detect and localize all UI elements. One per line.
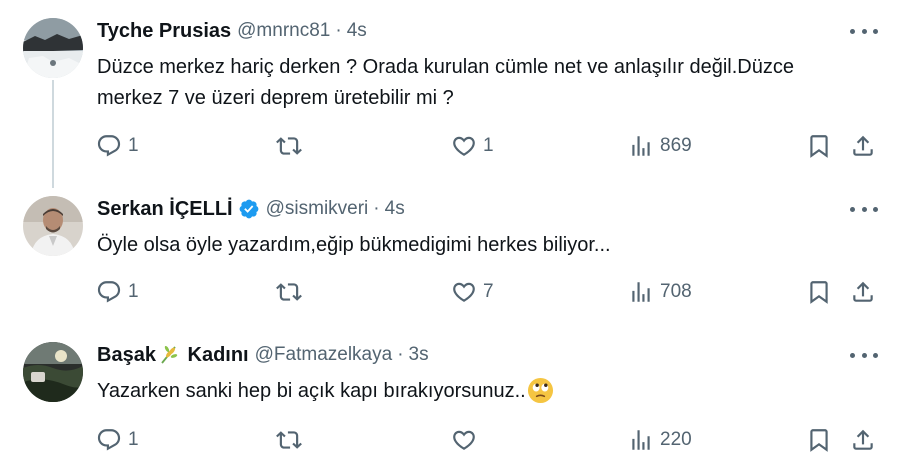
more-dots-icon[interactable]	[850, 346, 878, 364]
tweet-header: Serkan İÇELLİ @sismikveri · 4s	[97, 196, 405, 222]
timestamp[interactable]: 3s	[409, 344, 429, 366]
timestamp[interactable]: 4s	[385, 198, 405, 220]
like-count: 1	[483, 135, 494, 156]
reply-icon	[97, 429, 121, 451]
display-name[interactable]: Serkan İÇELLİ	[97, 198, 233, 221]
retweet-button[interactable]	[276, 278, 308, 306]
tweet-text: Düzce merkez hariç derken ? Orada kurula…	[97, 56, 794, 109]
sheaf-of-rice-icon	[161, 345, 178, 364]
retweet-button[interactable]	[276, 426, 308, 454]
avatar[interactable]	[23, 18, 83, 78]
display-name[interactable]: Tyche Prusias	[97, 20, 231, 43]
reply-icon	[97, 281, 121, 303]
reply-button[interactable]: 1	[96, 426, 139, 454]
separator-dot: ·	[373, 198, 380, 219]
heart-icon	[453, 282, 475, 302]
bookmark-button[interactable]	[806, 426, 832, 454]
heart-icon	[453, 430, 475, 450]
bookmark-button[interactable]	[806, 278, 832, 306]
like-button[interactable]	[451, 426, 483, 454]
action-bar: 1 1 869	[96, 132, 886, 160]
reply-button[interactable]: 1	[96, 132, 139, 160]
like-button[interactable]: 1	[451, 132, 494, 160]
like-count: 7	[483, 281, 494, 302]
share-button[interactable]	[850, 132, 876, 160]
views-chart-icon	[632, 430, 650, 450]
timestamp[interactable]: 4s	[347, 20, 367, 42]
retweet-icon	[276, 283, 302, 301]
share-icon	[853, 429, 873, 450]
views-button[interactable]: 708	[628, 278, 692, 306]
bookmark-icon	[810, 281, 828, 304]
reply-count: 1	[128, 281, 139, 302]
user-handle[interactable]: @Fatmazelkaya	[255, 344, 393, 366]
views-chart-icon	[632, 136, 650, 156]
user-handle[interactable]: @mnrnc81	[237, 20, 330, 42]
views-chart-icon	[632, 282, 650, 302]
reply-count: 1	[128, 135, 139, 156]
verified-badge-icon[interactable]	[238, 198, 260, 220]
bookmark-icon	[810, 135, 828, 158]
tweet-header: Başak Kadını @Fatmazelkaya · 3s	[97, 342, 429, 368]
share-button[interactable]	[850, 426, 876, 454]
action-bar: 1 220	[96, 426, 886, 454]
reply-button[interactable]: 1	[96, 278, 139, 306]
views-count: 708	[660, 281, 692, 302]
tweet-text: Yazarken sanki hep bi açık kapı bırakıyo…	[97, 380, 526, 402]
reply-icon	[97, 135, 121, 157]
views-count: 869	[660, 135, 692, 156]
separator-dot: ·	[397, 344, 404, 365]
tweet-text-container: Yazarken sanki hep bi açık kapı bırakıyo…	[97, 376, 857, 407]
avatar[interactable]	[23, 196, 83, 256]
views-count: 220	[660, 429, 692, 450]
retweet-button[interactable]	[276, 132, 308, 160]
views-button[interactable]: 869	[628, 132, 692, 160]
user-handle[interactable]: @sismikveri	[266, 198, 369, 220]
action-bar: 1 7 708	[96, 278, 886, 306]
bookmark-button[interactable]	[806, 132, 832, 160]
display-name-last: Kadını	[187, 344, 249, 366]
avatar[interactable]	[23, 342, 83, 402]
share-button[interactable]	[850, 278, 876, 306]
tweet-text: Öyle olsa öyle yazardım,eğip bükmedigimi…	[97, 234, 611, 256]
tweet-header: Tyche Prusias @mnrnc81 · 4s	[97, 18, 367, 44]
retweet-icon	[276, 137, 302, 155]
more-dots-icon[interactable]	[850, 22, 878, 40]
share-icon	[853, 281, 873, 302]
reply-count: 1	[128, 429, 139, 450]
display-name[interactable]: Başak Kadını	[97, 343, 249, 367]
display-name-first: Başak	[97, 344, 156, 366]
views-button[interactable]: 220	[628, 426, 692, 454]
heart-icon	[453, 136, 475, 156]
more-dots-icon[interactable]	[850, 200, 878, 218]
separator-dot: ·	[335, 20, 342, 41]
like-button[interactable]: 7	[451, 278, 494, 306]
share-icon	[853, 135, 873, 156]
thread-connector-line	[52, 80, 54, 188]
bookmark-icon	[810, 429, 828, 452]
retweet-icon	[276, 431, 302, 449]
face-with-rolling-eyes-icon	[527, 377, 553, 404]
